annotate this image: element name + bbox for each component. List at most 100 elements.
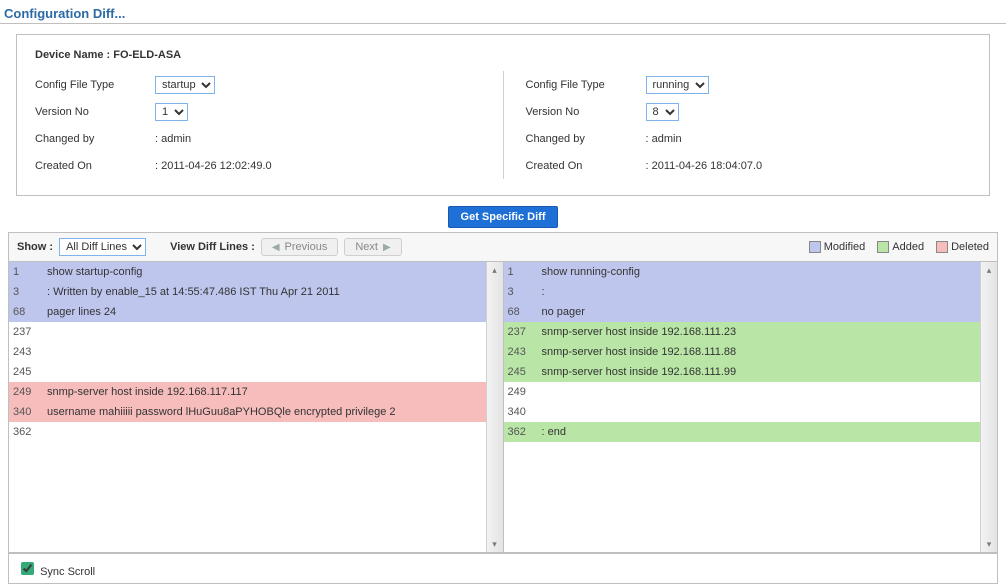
line-text: show running-config: [538, 266, 981, 278]
view-diff-label: View Diff Lines :: [170, 241, 255, 253]
line-text: : end: [538, 426, 981, 438]
title-underline: [0, 23, 1006, 24]
line-text: snmp-server host inside 192.168.111.88: [538, 346, 981, 358]
previous-button[interactable]: ◀ Previous: [261, 238, 339, 256]
left-diff-body[interactable]: 1show startup-config3: Written by enable…: [9, 262, 486, 552]
line-text: :: [538, 286, 981, 298]
diff-line: 3: Written by enable_15 at 14:55:47.486 …: [9, 282, 486, 302]
line-number: 3: [9, 286, 43, 298]
right-changedby-value: : admin: [646, 133, 682, 145]
diff-line: 249: [504, 382, 981, 402]
left-config-col: Config File Type startup Version No 1 Ch…: [35, 71, 481, 179]
right-version-label: Version No: [526, 106, 646, 118]
line-number: 68: [504, 306, 538, 318]
line-number: 340: [504, 406, 538, 418]
left-config-type-select[interactable]: startup: [155, 76, 215, 94]
line-number: 68: [9, 306, 43, 318]
diff-line: 340: [504, 402, 981, 422]
diff-container: 1show startup-config3: Written by enable…: [8, 262, 998, 553]
right-createdon-label: Created On: [526, 160, 646, 172]
sync-scroll-label: Sync Scroll: [40, 566, 95, 578]
line-number: 243: [9, 346, 43, 358]
line-text: show startup-config: [43, 266, 486, 278]
scroll-down-icon: ▾: [981, 536, 997, 552]
line-text: : Written by enable_15 at 14:55:47.486 I…: [43, 286, 486, 298]
next-button[interactable]: Next ▶: [344, 238, 401, 256]
page-title: Configuration Diff...: [0, 0, 1006, 23]
scroll-up-icon: ▴: [487, 262, 503, 278]
device-name-value: FO-ELD-ASA: [113, 49, 181, 61]
right-config-col: Config File Type running Version No 8 Ch…: [526, 71, 972, 179]
left-scrollbar[interactable]: ▴ ▾: [486, 262, 503, 552]
diff-footer: Sync Scroll: [8, 553, 998, 584]
line-text: snmp-server host inside 192.168.111.23: [538, 326, 981, 338]
line-number: 362: [504, 426, 538, 438]
right-diff-body[interactable]: 1show running-config3:68no pager237snmp-…: [504, 262, 981, 552]
diff-line: 237: [9, 322, 486, 342]
diff-line: 68no pager: [504, 302, 981, 322]
right-scrollbar[interactable]: ▴ ▾: [980, 262, 997, 552]
left-createdon-label: Created On: [35, 160, 155, 172]
device-name-label: Device Name :: [35, 49, 110, 61]
right-diff-pane: 1show running-config3:68no pager237snmp-…: [504, 262, 998, 552]
diff-line: 237snmp-server host inside 192.168.111.2…: [504, 322, 981, 342]
modified-swatch: [809, 241, 821, 253]
show-label: Show :: [17, 241, 53, 253]
diff-line: 243snmp-server host inside 192.168.111.8…: [504, 342, 981, 362]
diff-line: 362: [9, 422, 486, 442]
diff-line: 243: [9, 342, 486, 362]
line-number: 237: [504, 326, 538, 338]
diff-line: 1show startup-config: [9, 262, 486, 282]
line-text: snmp-server host inside 192.168.111.99: [538, 366, 981, 378]
right-createdon-value: : 2011-04-26 18:04:07.0: [646, 160, 763, 172]
line-number: 340: [9, 406, 43, 418]
chevron-left-icon: ◀: [272, 242, 280, 253]
line-number: 245: [9, 366, 43, 378]
scroll-up-icon: ▴: [981, 262, 997, 278]
line-text: pager lines 24: [43, 306, 486, 318]
line-number: 3: [504, 286, 538, 298]
left-config-type-label: Config File Type: [35, 79, 155, 91]
right-config-type-label: Config File Type: [526, 79, 646, 91]
device-row: Device Name : FO-ELD-ASA: [35, 49, 971, 61]
line-number: 1: [9, 266, 43, 278]
diff-line: 3:: [504, 282, 981, 302]
line-text: username mahiiiii password lHuGuu8aPYHOB…: [43, 406, 486, 418]
sync-scroll-checkbox[interactable]: [21, 562, 34, 575]
config-panel: Device Name : FO-ELD-ASA Config File Typ…: [16, 34, 990, 196]
previous-label: Previous: [285, 241, 328, 253]
legend-modified: Modified: [824, 241, 866, 253]
right-config-type-select[interactable]: running: [646, 76, 709, 94]
line-number: 1: [504, 266, 538, 278]
legend-added: Added: [892, 241, 924, 253]
legend-deleted: Deleted: [951, 241, 989, 253]
diff-line: 245snmp-server host inside 192.168.111.9…: [504, 362, 981, 382]
line-text: snmp-server host inside 192.168.117.117: [43, 386, 486, 398]
deleted-swatch: [936, 241, 948, 253]
line-number: 243: [504, 346, 538, 358]
right-version-select[interactable]: 8: [646, 103, 679, 121]
line-number: 249: [9, 386, 43, 398]
line-number: 362: [9, 426, 43, 438]
line-number: 249: [504, 386, 538, 398]
diff-line: 362: end: [504, 422, 981, 442]
scroll-down-icon: ▾: [487, 536, 503, 552]
diff-line: 1show running-config: [504, 262, 981, 282]
diff-line: 249snmp-server host inside 192.168.117.1…: [9, 382, 486, 402]
legend: Modified Added Deleted: [809, 241, 989, 253]
left-changedby-value: : admin: [155, 133, 191, 145]
left-createdon-value: : 2011-04-26 12:02:49.0: [155, 160, 272, 172]
diff-line: 340username mahiiiii password lHuGuu8aPY…: [9, 402, 486, 422]
diff-line: 245: [9, 362, 486, 382]
left-version-label: Version No: [35, 106, 155, 118]
line-text: no pager: [538, 306, 981, 318]
get-specific-diff-button[interactable]: Get Specific Diff: [448, 206, 559, 228]
diff-toolbar: Show : All Diff Lines View Diff Lines : …: [8, 232, 998, 262]
chevron-right-icon: ▶: [383, 242, 391, 253]
diff-line: 68pager lines 24: [9, 302, 486, 322]
left-version-select[interactable]: 1: [155, 103, 188, 121]
right-changedby-label: Changed by: [526, 133, 646, 145]
show-filter-select[interactable]: All Diff Lines: [59, 238, 146, 256]
left-diff-pane: 1show startup-config3: Written by enable…: [9, 262, 503, 552]
line-number: 245: [504, 366, 538, 378]
